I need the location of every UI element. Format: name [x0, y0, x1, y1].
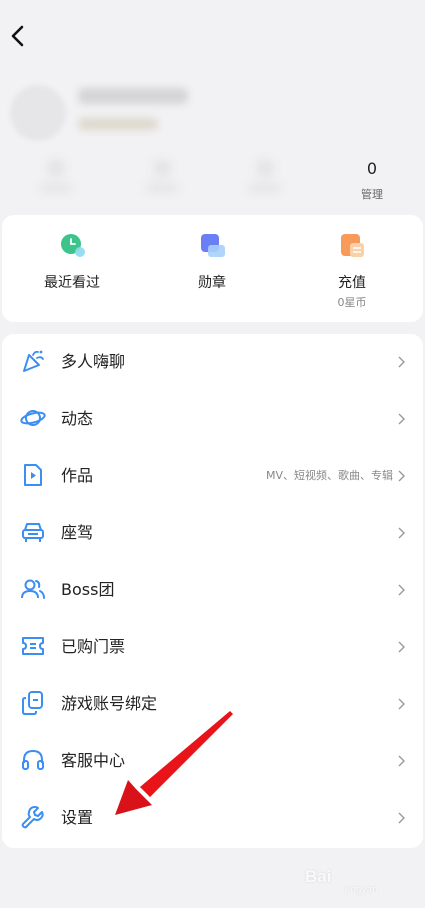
stat-manage[interactable]: 0 管理: [352, 158, 392, 202]
menu-label: 多人嗨聊: [61, 352, 126, 371]
menu-item-vehicle[interactable]: 座驾: [2, 505, 423, 562]
menu-label: 游戏账号绑定: [61, 694, 158, 713]
star-coin-balance: 0星币: [337, 296, 367, 309]
medal-icon: [201, 234, 225, 257]
video-file-icon: [24, 464, 42, 486]
recently-viewed-button[interactable]: 最近看过: [2, 215, 142, 322]
chevron-left-icon: [11, 25, 24, 47]
chevron-right-icon: [398, 356, 405, 368]
avatar[interactable]: [10, 85, 66, 141]
menu-item-party-chat[interactable]: 多人嗨聊: [2, 334, 423, 391]
chevron-right-icon: [398, 812, 405, 824]
menu-item-purchased-tickets[interactable]: 已购门票: [2, 619, 423, 676]
baidu-jingyan-watermark: Bai jingyan: [305, 855, 415, 895]
chevron-right-icon: [398, 527, 405, 539]
manage-label: 管理: [361, 188, 383, 201]
blurred-stat[interactable]: [142, 158, 182, 198]
blurred-user-level: [78, 118, 158, 130]
planet-icon: [20, 410, 46, 426]
menu-label: Boss团: [61, 580, 115, 599]
menu-item-moments[interactable]: 动态: [2, 391, 423, 448]
blurred-username: [78, 88, 188, 104]
profile-stats: 0 管理: [0, 158, 425, 208]
menu-label: 作品: [61, 466, 94, 485]
works-hint: MV、短视频、歌曲、专辑: [265, 469, 393, 482]
clock-icon: [61, 234, 85, 257]
wallet-icon: [341, 234, 364, 257]
back-button[interactable]: [4, 22, 32, 50]
ticket-icon: [22, 637, 44, 655]
menu-item-settings[interactable]: 设置: [2, 790, 423, 847]
quick-access-card: 最近看过 勋章 充值 0星币: [2, 215, 423, 322]
quick-label: 勋章: [198, 275, 226, 291]
menu-item-boss-group[interactable]: Boss团: [2, 562, 423, 619]
chevron-right-icon: [398, 641, 405, 653]
medal-button[interactable]: 勋章: [142, 215, 282, 322]
party-popper-icon: [23, 350, 44, 372]
menu-item-works[interactable]: 作品 MV、短视频、歌曲、专辑: [2, 448, 423, 505]
menu-label: 已购门票: [61, 637, 126, 656]
menu-label: 客服中心: [61, 751, 126, 770]
menu-item-game-account-binding[interactable]: 游戏账号绑定: [2, 676, 423, 733]
chevron-right-icon: [398, 755, 405, 767]
blurred-stat[interactable]: [245, 158, 285, 198]
menu-card: 多人嗨聊 动态 作品 MV、短视频、歌曲、专辑 座驾 Boss团 已购门票 游戏…: [2, 334, 423, 848]
chevron-right-icon: [398, 413, 405, 425]
recharge-button[interactable]: 充值 0星币: [282, 215, 422, 322]
quick-label: 充值: [338, 275, 366, 291]
blurred-stat[interactable]: [36, 158, 76, 198]
chevron-right-icon: [398, 584, 405, 596]
menu-label: 座驾: [61, 523, 94, 542]
wrench-icon: [21, 806, 44, 829]
quick-label: 最近看过: [44, 275, 100, 291]
menu-label: 设置: [61, 808, 94, 827]
watermark-sub: jingyan: [345, 885, 378, 895]
link-copy-icon: [22, 691, 43, 715]
chevron-right-icon: [398, 470, 405, 482]
manage-count: 0: [366, 159, 378, 178]
chevron-right-icon: [398, 698, 405, 710]
profile-header: 0 管理: [0, 70, 425, 220]
headset-icon: [22, 749, 44, 770]
menu-item-customer-service[interactable]: 客服中心: [2, 733, 423, 790]
menu-label: 动态: [61, 409, 94, 428]
car-icon: [22, 523, 44, 542]
watermark-text: Bai: [305, 867, 332, 886]
group-icon: [21, 579, 45, 599]
